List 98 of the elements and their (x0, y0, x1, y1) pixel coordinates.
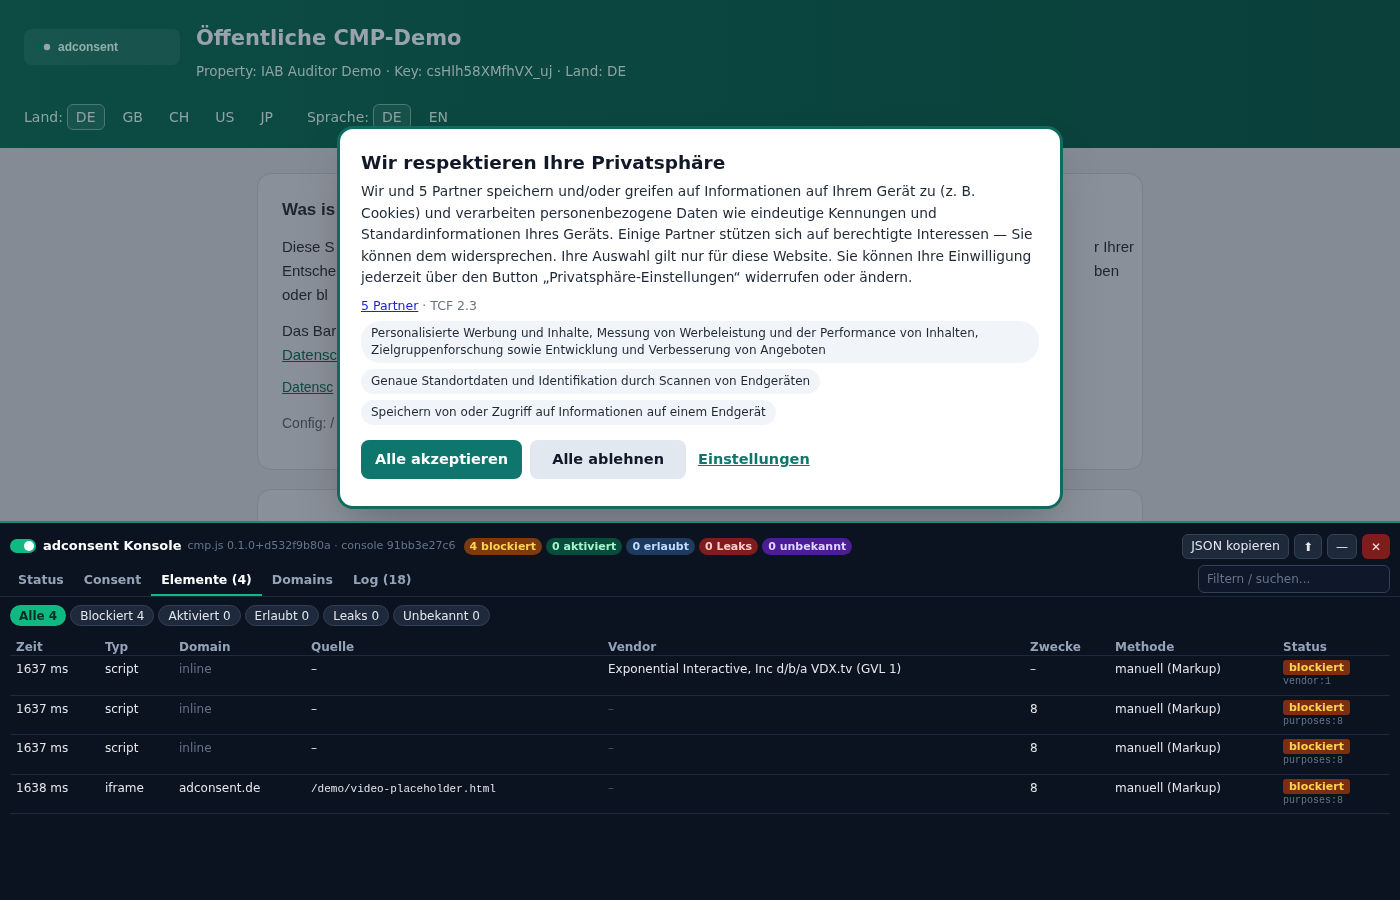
table-cell: – (608, 701, 614, 716)
filter-chip[interactable]: Leaks 0 (323, 605, 390, 626)
tcf-version: · TCF 2.3 (422, 296, 477, 315)
config-text: Config: / (282, 414, 336, 433)
table-cell: manuell (Markup) (1115, 741, 1221, 755)
status-badge: blockiert (1283, 739, 1350, 754)
table-cell: 1637 ms (16, 741, 69, 755)
card-text: Das Bar (282, 321, 338, 341)
table-cell: – (311, 741, 317, 755)
purpose-chip: Speichern von oder Zugriff auf Informationen auf einem Endgerät (361, 400, 776, 426)
card-title: Was is (282, 199, 337, 221)
option-button[interactable]: EN (420, 104, 456, 131)
column-header: Quelle (311, 640, 355, 654)
console-title: adconsent Konsole (43, 537, 182, 556)
table-cell: 8 (1030, 780, 1038, 795)
filter-chip[interactable]: Erlaubt 0 (244, 605, 320, 626)
table-cell: script (105, 701, 139, 716)
minimize-button[interactable]: — (1327, 534, 1357, 559)
status-detail: vendor:1 (1283, 675, 1331, 689)
status-detail: purposes:8 (1283, 714, 1343, 729)
table-cell: inline (179, 741, 212, 755)
filter-chip[interactable]: Unbekannt 0 (393, 605, 490, 626)
status-detail: purposes:8 (1283, 793, 1343, 808)
table-cell: – (1030, 662, 1036, 676)
console-tab[interactable]: Status (8, 566, 74, 596)
table-cell: 1638 ms (16, 780, 69, 795)
card-text: oder bl (282, 285, 329, 305)
close-button[interactable]: ✕ (1362, 534, 1390, 559)
table-cell: Exponential Interactive, Inc d/b/a VDX.tv (GVL 1) (608, 662, 902, 676)
count-badge: 4 blockiert (463, 537, 543, 555)
purpose-chip: Genaue Standortdaten und Identifikation durch Scannen von Endgeräten (361, 369, 821, 395)
column-header: Methode (1115, 640, 1175, 654)
table-cell: iframe (105, 780, 144, 795)
table-cell: 8 (1030, 701, 1038, 716)
table-cell: inline (179, 701, 212, 716)
filter-chip[interactable]: Aktiviert 0 (158, 605, 241, 626)
filter-chip[interactable]: Blockiert 4 (70, 605, 155, 626)
console-tab[interactable]: Domains (261, 566, 343, 596)
table-cell: script (105, 741, 139, 755)
option-button[interactable]: CH (160, 104, 198, 131)
table-cell: /demo/video-placeholder.html (311, 782, 496, 795)
country-label: Land: (24, 107, 63, 127)
language-label: Sprache: (307, 107, 369, 127)
status-badge: blockiert (1283, 660, 1350, 675)
column-header: Typ (105, 640, 129, 654)
table-cell: – (608, 741, 614, 755)
option-button[interactable]: GB (114, 104, 151, 131)
count-badge: 0 aktiviert (546, 537, 623, 555)
table-cell: 1637 ms (16, 662, 69, 676)
option-button[interactable]: US (207, 104, 243, 131)
card-text: Entsche (282, 261, 338, 281)
card-text: ben (1094, 261, 1121, 281)
column-header: Zeit (16, 640, 43, 654)
column-header: Status (1283, 640, 1327, 654)
console-toggle[interactable] (10, 539, 36, 553)
table-cell: – (311, 701, 317, 716)
card-text: r Ihrer (1094, 237, 1134, 257)
table-cell: 1637 ms (16, 701, 69, 716)
page-subtitle: Property: IAB Auditor Demo · Key: csHlh58XMfhVX_uj · Land: DE (196, 62, 626, 81)
dialog-title: Wir respektieren Ihre Privatsphäre (361, 151, 727, 175)
card-text: Diese S (282, 237, 336, 257)
toggle-check-icon (36, 42, 52, 52)
reject-all-button[interactable]: Alle ablehnen (530, 440, 686, 480)
status-badge: blockiert (1283, 778, 1350, 794)
partners-link[interactable]: 5 Partner (361, 296, 419, 316)
table-cell: script (105, 662, 139, 676)
column-header: Zwecke (1030, 640, 1081, 654)
table-cell: – (608, 780, 614, 795)
table-cell: 8 (1030, 741, 1038, 755)
console-tab[interactable]: Elemente (4) (151, 566, 262, 596)
logo-text: adconsent (58, 39, 118, 56)
table-cell: manuell (Markup) (1115, 701, 1221, 716)
option-button[interactable]: JP (252, 104, 281, 131)
count-badge: 0 unbekannt (762, 537, 853, 555)
column-header: Domain (179, 640, 231, 654)
search-field[interactable]: Filtern / suchen... (1198, 565, 1390, 593)
logo[interactable]: adconsent (24, 29, 180, 65)
console-tab[interactable]: Consent (73, 566, 152, 596)
table-cell: inline (179, 662, 212, 676)
page-title: Öffentliche CMP-Demo (196, 25, 463, 51)
accept-all-button[interactable]: Alle akzeptieren (361, 440, 523, 480)
table-cell: – (311, 662, 317, 676)
status-badge: blockiert (1283, 699, 1350, 715)
dialog-text: Wir und 5 Partner speichern und/oder greifen auf Informationen auf Ihrem Gerät zu (z. B. Cookies) und verarbeiten personenbezogene Daten wie eindeutige Kennungen und Standardinformationen Ihres Geräts. Einige Partner stützen sich auf berechtigte Interessen — Sie können dem widersprechen. Ihre Auswahl gilt nur für diese Website. Sie können Ihre Einwilligung jederzeit über den Button „Privatsphäre-Einstellungen“ widerrufen oder ändern. (361, 182, 1034, 287)
table-cell: adconsent.de (179, 780, 261, 795)
table-cell: manuell (Markup) (1115, 780, 1221, 795)
console-tab[interactable]: Log (18) (342, 566, 422, 596)
table-cell: manuell (Markup) (1115, 662, 1221, 676)
upload-button[interactable]: ⬆ (1294, 534, 1322, 559)
purpose-chip: Personalisierte Werbung und Inhalte, Messung von Werbeleistung und der Performance von Inhalten, Zielgruppenforschung sowie Entwicklung und Verbesserung von Angeboten (361, 321, 1039, 364)
count-badge: 0 erlaubt (626, 537, 695, 555)
version-text: cmp.js 0.1.0+d532f9b80a · console 91bb3e27c6 (187, 537, 456, 554)
filter-chip[interactable]: Alle 4 (10, 605, 67, 626)
settings-link[interactable]: Einstellungen (698, 448, 810, 471)
count-badge: 0 Leaks (698, 537, 759, 555)
copy-json-button[interactable]: JSON kopieren (1182, 534, 1289, 559)
column-header: Vendor (608, 640, 657, 654)
status-detail: purposes:8 (1283, 754, 1343, 768)
